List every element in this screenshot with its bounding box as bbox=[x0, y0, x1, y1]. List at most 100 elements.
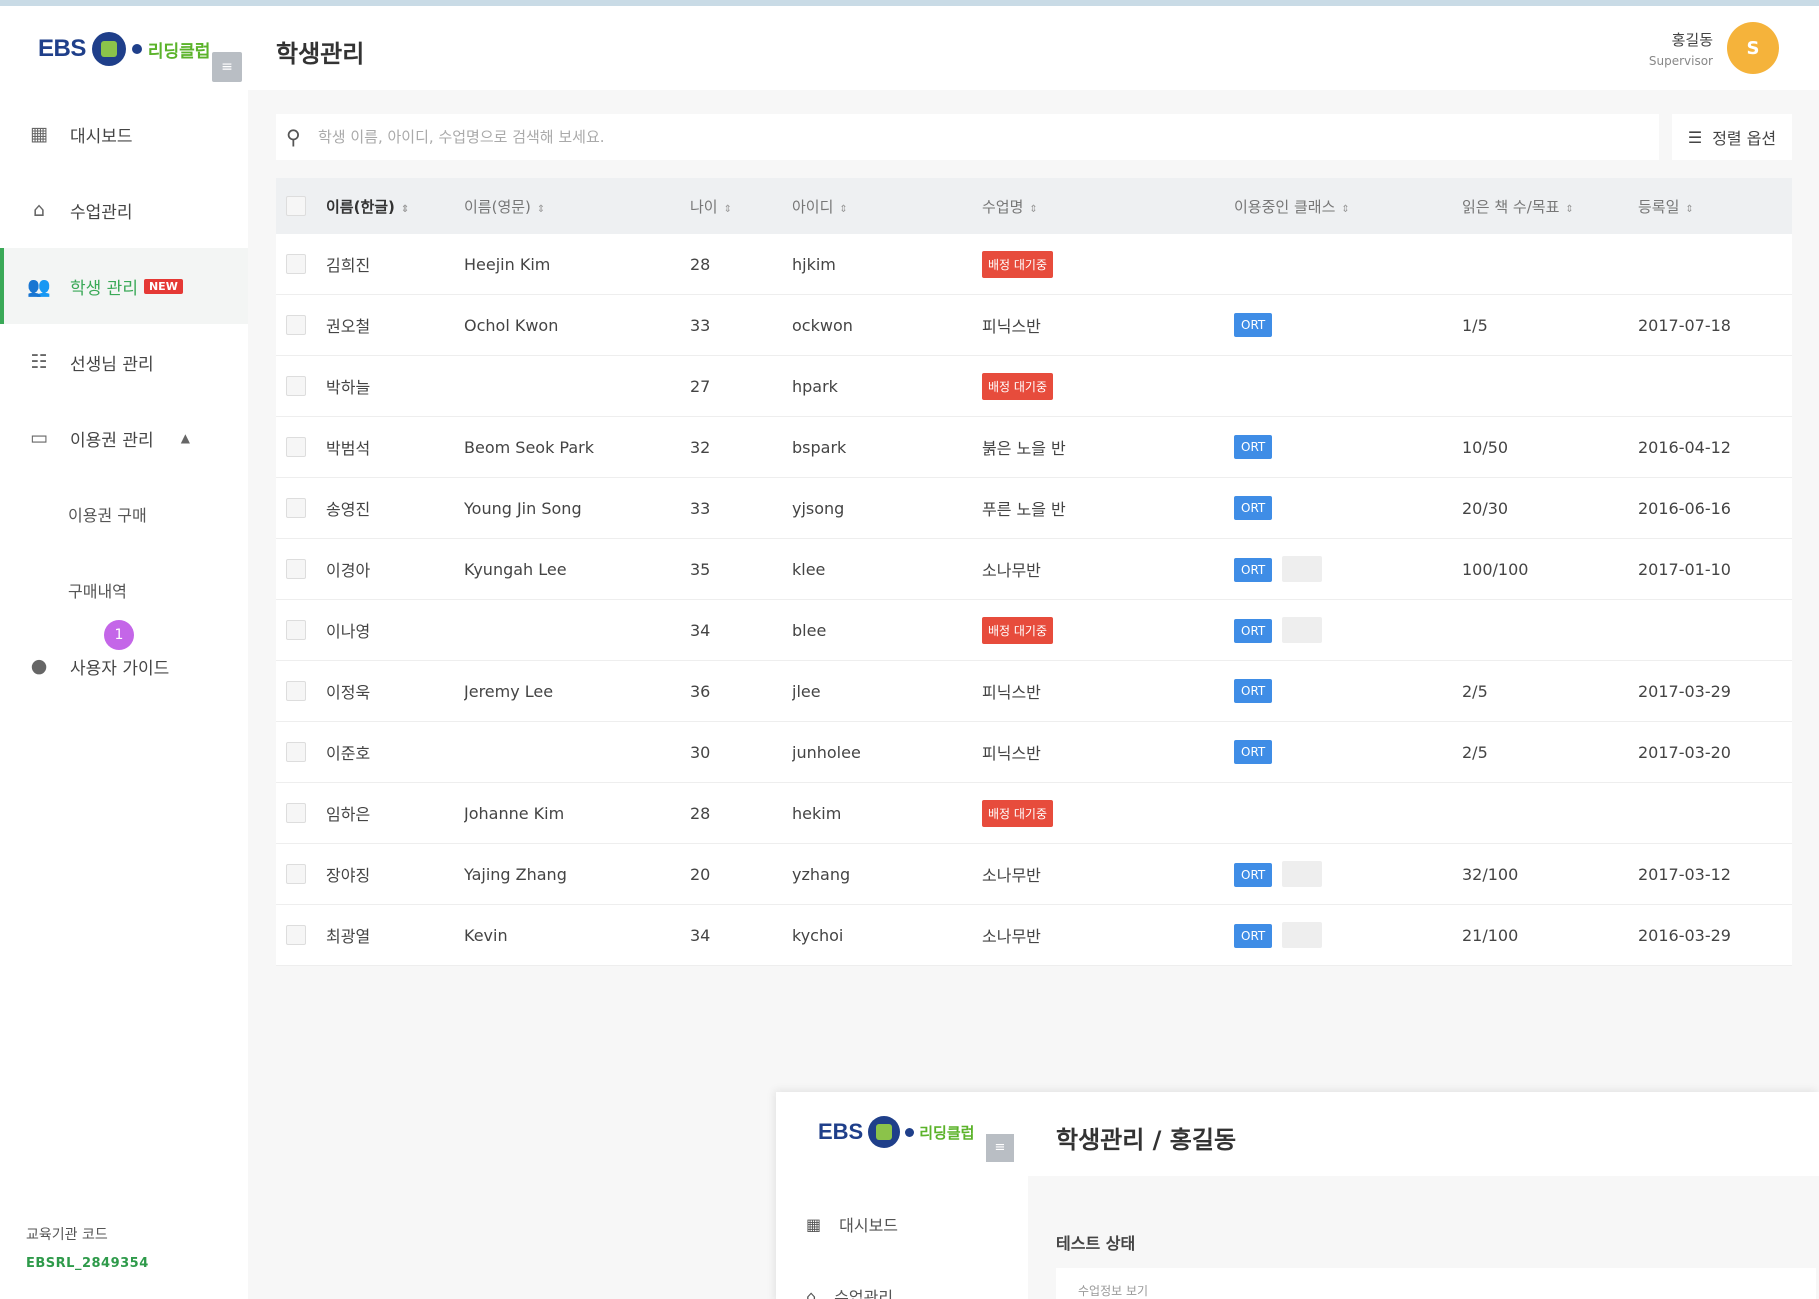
sidebar-item-teachers[interactable]: ☷ 선생님 관리 bbox=[0, 324, 248, 400]
chevron-up-icon[interactable]: ▲ bbox=[181, 431, 190, 445]
logo-mark-icon bbox=[91, 32, 126, 66]
logo-dot-icon bbox=[131, 44, 142, 54]
class-badge[interactable]: ORT bbox=[1234, 435, 1273, 459]
cell-id: kychoi bbox=[792, 925, 844, 945]
row-checkbox[interactable] bbox=[286, 803, 306, 824]
waiting-badge: 배정 대기중 bbox=[982, 250, 1054, 278]
preview-nav-classes[interactable]: ⌂ 수업관리 bbox=[806, 1284, 893, 1299]
table-row[interactable]: 이나영 34 blee 배정 대기중 ORT bbox=[276, 600, 1792, 661]
cell-level: 배정 대기중 bbox=[982, 372, 1234, 400]
user-name: 홍길동 bbox=[1671, 30, 1713, 49]
class-badge[interactable]: ORT bbox=[1234, 923, 1273, 948]
cell-age: 36 bbox=[690, 681, 711, 701]
header-label: 아이디 bbox=[792, 197, 834, 216]
header-books[interactable]: 읽은 책 수/목표 ⇕ bbox=[1462, 196, 1638, 217]
class-badge[interactable]: ORT bbox=[1234, 740, 1273, 764]
header-name-kor[interactable]: 이름(한글) ⇕ bbox=[326, 196, 464, 217]
cell-class: ORT bbox=[1234, 313, 1462, 337]
cell-name-eng: Beom Seok Park bbox=[464, 437, 594, 457]
cell-id: yjsong bbox=[792, 498, 845, 518]
preview-nav-dashboard[interactable]: ▦ 대시보드 bbox=[806, 1212, 898, 1236]
notification-badge[interactable]: 1 bbox=[104, 620, 134, 650]
row-checkbox[interactable] bbox=[286, 681, 306, 702]
search-input[interactable] bbox=[318, 128, 1659, 146]
logo-ebs-text: EBS bbox=[38, 35, 86, 62]
sidebar-item-label: 이용권 관리 bbox=[70, 430, 154, 451]
sidebar-subitem-voucher-purchase[interactable]: 이용권 구매 bbox=[0, 476, 248, 552]
header-class[interactable]: 이용중인 클래스 ⇕ bbox=[1234, 196, 1462, 217]
row-checkbox[interactable] bbox=[286, 559, 306, 580]
table-row[interactable]: 김희진 Heejin Kim 28 hjkim 배정 대기중 bbox=[276, 234, 1792, 295]
class-badge[interactable]: ORT bbox=[1234, 313, 1273, 337]
sort-icon: ⇕ bbox=[723, 203, 732, 215]
table-row[interactable]: 이정욱 Jeremy Lee 36 jlee 피닉스반 ORT 2/5 2017-03-29 bbox=[276, 661, 1792, 722]
preview-card-text: 수업정보 보기 bbox=[1078, 1284, 1149, 1298]
class-badge[interactable]: ORT bbox=[1234, 862, 1273, 887]
row-checkbox[interactable] bbox=[286, 620, 306, 641]
table-body: 김희진 Heejin Kim 28 hjkim 배정 대기중 권오철 Ochol Kwon 3… bbox=[276, 234, 1792, 966]
app-window: EBS 리딩클럽 ≡ ▦ 대시보드 ⌂ 수업관리 👥 학생 관리 NEW ☷ 선… bbox=[0, 6, 1819, 1299]
row-checkbox[interactable] bbox=[286, 437, 306, 458]
class-badge[interactable]: ORT bbox=[1234, 557, 1273, 582]
cell-name-kor: 최광열 bbox=[326, 927, 371, 946]
row-select-cell bbox=[276, 498, 326, 519]
table-row[interactable]: 권오철 Ochol Kwon 33 ockwon 피닉스반 ORT 1/5 2017-07-1… bbox=[276, 295, 1792, 356]
row-checkbox[interactable] bbox=[286, 498, 306, 519]
cell-id: ockwon bbox=[792, 315, 853, 335]
row-checkbox[interactable] bbox=[286, 254, 306, 275]
table-row[interactable]: 장야징 Yajing Zhang 20 yzhang 소나무반 ORT 32/100 2017… bbox=[276, 844, 1792, 905]
sort-options-button[interactable]: ☰ 정렬 옵션 bbox=[1672, 114, 1792, 160]
sidebar-subitem-purchase-history[interactable]: 구매내역 bbox=[0, 552, 248, 628]
cell-name-kor: 박범석 bbox=[326, 439, 371, 458]
sidebar-item-vouchers[interactable]: ▭ 이용권 관리 ▲ bbox=[0, 400, 248, 476]
class-badge[interactable]: ORT bbox=[1234, 496, 1273, 520]
row-select-cell bbox=[276, 315, 326, 336]
cell-name-kor: 박하늘 bbox=[326, 378, 371, 397]
sidebar-item-classes[interactable]: ⌂ 수업관리 bbox=[0, 172, 248, 248]
sort-options-label: 정렬 옵션 bbox=[1712, 129, 1777, 148]
cell-age: 28 bbox=[690, 803, 711, 823]
header-level[interactable]: 수업명 ⇕ bbox=[982, 196, 1234, 217]
header-registered[interactable]: 등록일 ⇕ bbox=[1638, 196, 1792, 217]
sort-icon: ⇕ bbox=[1029, 203, 1038, 215]
row-checkbox[interactable] bbox=[286, 864, 306, 885]
cell-class: ORT bbox=[1234, 435, 1462, 459]
sidebar-collapse-button[interactable]: ≡ bbox=[212, 52, 242, 82]
table-row[interactable]: 박하늘 27 hpark 배정 대기중 bbox=[276, 356, 1792, 417]
class-badge-placeholder bbox=[1282, 922, 1323, 948]
class-badge-placeholder bbox=[1282, 861, 1323, 887]
select-all-checkbox[interactable] bbox=[286, 196, 306, 216]
cell-books: 10/50 bbox=[1462, 437, 1509, 457]
row-checkbox[interactable] bbox=[286, 315, 306, 336]
avatar[interactable]: S bbox=[1727, 22, 1779, 74]
header-age[interactable]: 나이 ⇕ bbox=[690, 196, 792, 217]
table-row[interactable]: 최광열 Kevin 34 kychoi 소나무반 ORT 21/100 2016-03-29 bbox=[276, 905, 1792, 966]
cell-id: blee bbox=[792, 620, 827, 640]
cell-age: 33 bbox=[690, 498, 711, 518]
sort-icon: ⇕ bbox=[536, 203, 546, 215]
user-role: Supervisor bbox=[1648, 53, 1713, 68]
cell-name-kor: 이나영 bbox=[326, 622, 371, 641]
sidebar-item-dashboard[interactable]: ▦ 대시보드 bbox=[0, 96, 248, 172]
header-name-eng[interactable]: 이름(영문) ⇕ bbox=[464, 196, 690, 217]
user-menu[interactable]: 홍길동 Supervisor S bbox=[1649, 22, 1779, 74]
app-logo[interactable]: EBS 리딩클럽 bbox=[38, 32, 210, 66]
preview-nav-label: 수업관리 bbox=[834, 1288, 894, 1299]
header-id[interactable]: 아이디 ⇕ bbox=[792, 196, 982, 217]
users-icon: 👥 bbox=[27, 275, 51, 298]
cell-level: 소나무반 bbox=[982, 862, 1234, 886]
class-badge[interactable]: ORT bbox=[1234, 679, 1273, 703]
sidebar-item-students[interactable]: 👥 학생 관리 NEW bbox=[0, 248, 248, 324]
table-row[interactable]: 이경아 Kyungah Lee 35 klee 소나무반 ORT 100/100 2017-0… bbox=[276, 539, 1792, 600]
table-row[interactable]: 임하은 Johanne Kim 28 hekim 배정 대기중 bbox=[276, 783, 1792, 844]
table-row[interactable]: 이준호 30 junholee 피닉스반 ORT 2/5 2017-03-20 bbox=[276, 722, 1792, 783]
search-bar: ⚲ bbox=[276, 114, 1659, 160]
row-checkbox[interactable] bbox=[286, 376, 306, 397]
table-row[interactable]: 송영진 Young Jin Song 33 yjsong 푸른 노을 반 ORT 20/30… bbox=[276, 478, 1792, 539]
row-checkbox[interactable] bbox=[286, 925, 306, 946]
preview-collapse-button[interactable]: ≡ bbox=[986, 1134, 1014, 1162]
class-badge[interactable]: ORT bbox=[1234, 618, 1273, 643]
row-checkbox[interactable] bbox=[286, 742, 306, 763]
table-row[interactable]: 박범석 Beom Seok Park 32 bspark 붉은 노을 반 ORT 10/50… bbox=[276, 417, 1792, 478]
header-label: 이름(영문) bbox=[464, 197, 531, 216]
